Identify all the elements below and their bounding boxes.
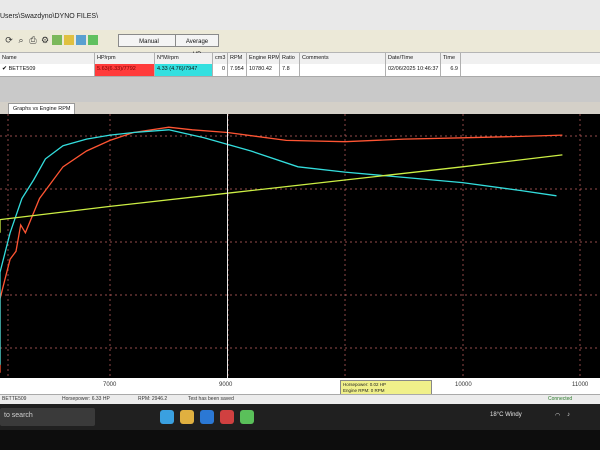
run-icon[interactable] [88,35,98,45]
search-placeholder: to search [4,412,33,419]
taskbar-dyno-icon[interactable] [220,410,234,424]
series-line-3 [0,154,563,233]
row-nm-rpm: 4.33 (4.76)/7947 [155,64,213,76]
chart-icon[interactable] [52,35,62,45]
settings-icon[interactable]: ⚙ [40,35,50,45]
taskbar-app-icon-2[interactable] [240,410,254,424]
row-hp-rpm: 5.63(6.33)/7792 [95,64,155,76]
toolbar: ⟳ ⌕ ⎙ ⚙ Manual Average HP [0,30,600,58]
chart-svg [0,114,600,378]
x-tick-label: 11000 [572,382,589,388]
x-axis-labels: 7000 9000 10000 11000 [0,378,600,394]
taskbar-search[interactable]: to search [0,408,95,426]
taskbar-store-icon[interactable] [200,410,214,424]
row-name: ✔ BETTE509 [0,64,95,76]
row-datetime: 02/06/2025 10:46:37 [386,64,441,76]
windows-taskbar: to search 18°C Windy ◠ ♪ [0,404,600,430]
dyno-app-window: Users\Swazdyno\DYNO FILES\ ⟳ ⌕ ⎙ ⚙ Manua… [0,0,600,450]
status-connected: Connected [548,396,573,402]
tab-bar: Graphs vs Engine RPM [0,102,600,114]
window-path: Users\Swazdyno\DYNO FILES\ [0,13,99,20]
volume-icon[interactable]: ♪ [567,412,570,418]
row-ratio: 7.8 [280,64,300,76]
average-hp-button[interactable]: Average HP [175,34,219,58]
save-icon[interactable] [76,35,86,45]
dyno-chart[interactable] [0,114,600,394]
wifi-icon[interactable]: ◠ [555,412,560,419]
status-rpm: RPM: 2946.2 [138,396,168,402]
col-engine-rpm[interactable]: Engine RPM [247,53,280,64]
taskbar-folder-icon[interactable] [180,410,194,424]
x-tick-label: 10000 [455,382,472,388]
col-comments[interactable]: Comments [300,53,386,64]
search-icon[interactable]: ⌕ [16,35,26,45]
col-nm-rpm[interactable]: N*M/rpm [155,53,213,64]
print-icon[interactable]: ⎙ [28,35,38,45]
manual-button[interactable]: Manual [118,34,180,47]
status-message: Test has been saved [188,396,234,402]
row-comments [300,64,386,76]
folder-icon[interactable] [64,35,74,45]
monitor-bezel [0,430,600,450]
col-name[interactable]: Name [0,53,95,64]
row-time: 6.9 [441,64,461,76]
status-horsepower: Horsepower: 6.33 HP [62,396,110,402]
table-row[interactable]: ✔ BETTE509 5.63(6.33)/7792 4.33 (4.76)/7… [0,64,600,77]
row-engine-rpm: 10780.42 [247,64,280,76]
col-cm3[interactable]: cm3 [213,53,228,64]
title-bar: Users\Swazdyno\DYNO FILES\ [0,0,600,31]
table-empty-area [0,77,600,102]
col-hp-rpm[interactable]: HP/rpm [95,53,155,64]
x-tick-label: 9000 [219,382,233,388]
readout-horsepower: Horsepower: 0.02 HP [343,382,387,387]
row-rpm: 7.954 [228,64,247,76]
checkbox-checked-icon[interactable]: ✔ [2,66,7,72]
col-ratio[interactable]: Ratio [280,53,300,64]
x-tick-label: 7000 [103,382,117,388]
status-run-name: BETTE509 [2,396,27,402]
series-line-1 [0,126,563,373]
row-cm3: 0 [213,64,228,76]
refresh-icon[interactable]: ⟳ [4,35,14,45]
taskbar-app-icon[interactable] [160,410,174,424]
col-rpm[interactable]: RPM [228,53,247,64]
readout-engine-rpm: Engine RPM: 0 RPM [343,388,385,393]
tab-graphs-vs-engine-rpm[interactable]: Graphs vs Engine RPM [8,103,76,114]
col-datetime[interactable]: Date/Time [386,53,441,64]
weather-indicator[interactable]: 18°C Windy [490,412,522,418]
col-time[interactable]: Time [441,53,461,64]
